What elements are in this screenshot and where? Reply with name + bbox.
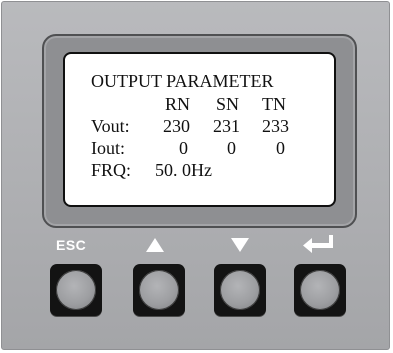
enter-button-cap[interactable] — [300, 270, 340, 310]
down-button[interactable] — [214, 264, 266, 316]
enter-button[interactable] — [294, 264, 346, 316]
iout-sn-value: 0 — [227, 138, 236, 158]
screen-title: OUTPUT PARAMETER — [91, 71, 274, 91]
up-button[interactable] — [133, 264, 185, 316]
column-header-rn: RN — [165, 94, 191, 114]
down-arrow-icon — [231, 238, 249, 252]
vout-rn-value: 230 — [163, 116, 190, 136]
column-header-sn: SN — [216, 94, 240, 114]
up-arrow-icon — [146, 238, 164, 252]
enter-arrow-icon — [303, 235, 333, 253]
iout-rn-value: 0 — [179, 138, 188, 158]
column-header-tn: TN — [262, 94, 286, 114]
iout-label: Iout: — [91, 138, 125, 158]
esc-button[interactable] — [50, 264, 102, 316]
iout-tn-value: 0 — [276, 138, 285, 158]
vout-label: Vout: — [91, 116, 130, 136]
up-button-cap[interactable] — [139, 270, 179, 310]
vout-tn-value: 233 — [262, 116, 289, 136]
esc-label: ESC — [56, 237, 87, 253]
frq-label: FRQ: — [91, 160, 132, 180]
esc-button-cap[interactable] — [56, 270, 96, 310]
vout-sn-value: 231 — [213, 116, 240, 136]
frq-value: 50. 0Hz — [155, 160, 212, 180]
down-button-cap[interactable] — [220, 270, 260, 310]
